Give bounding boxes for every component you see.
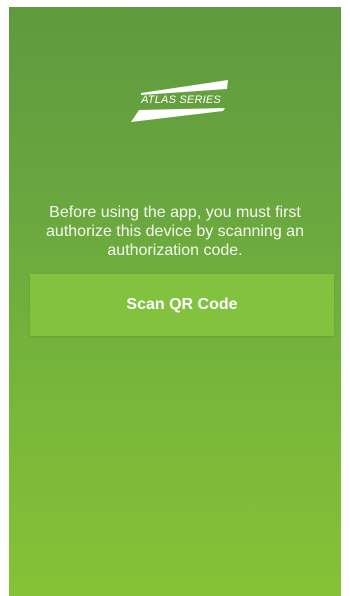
authorization-screen: ATLAS SERIES Before using the app, you m…	[9, 7, 341, 596]
scan-qr-code-button[interactable]: Scan QR Code	[30, 274, 334, 336]
authorization-message: Before using the app, you must first aut…	[46, 204, 304, 259]
atlas-series-logo: ATLAS SERIES	[131, 80, 231, 124]
logo-text: ATLAS SERIES	[141, 94, 221, 106]
scan-qr-code-label: Scan QR Code	[126, 296, 238, 313]
